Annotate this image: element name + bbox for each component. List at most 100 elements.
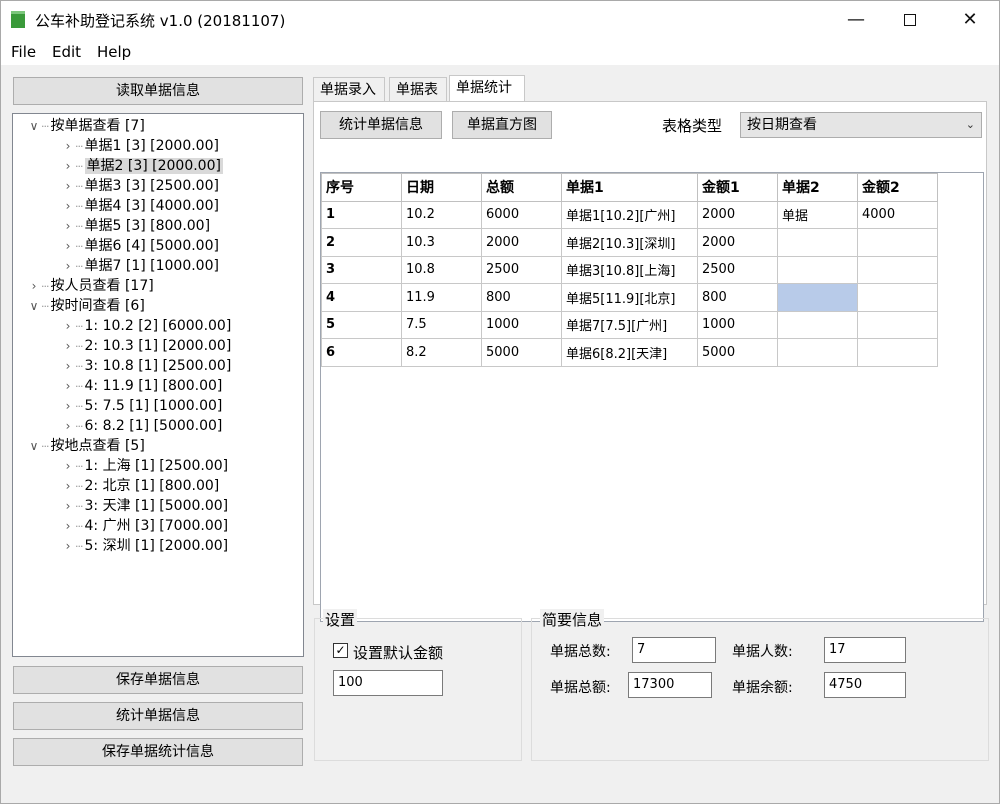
table-cell[interactable] bbox=[777, 310, 858, 339]
table-cell[interactable] bbox=[857, 283, 938, 312]
table-row[interactable]: 1 10.2 6000 单据1[10.2][广州] 2000 单据 4000 bbox=[321, 200, 938, 229]
chevron-right-icon[interactable]: › bbox=[61, 516, 75, 536]
chevron-right-icon[interactable]: › bbox=[61, 356, 75, 376]
table-cell[interactable]: 单据7[7.5][广州] bbox=[561, 310, 698, 339]
table-cell[interactable]: 10.8 bbox=[401, 255, 482, 284]
tree-item[interactable]: › ··· 3: 10.8 [1] [2500.00] bbox=[61, 356, 232, 376]
read-records-button[interactable]: 读取单据信息 bbox=[13, 77, 303, 105]
column-header[interactable]: 单据1 bbox=[561, 173, 698, 202]
table-cell[interactable]: 11.9 bbox=[401, 283, 482, 312]
minimize-button[interactable]: — bbox=[831, 1, 881, 39]
histogram-button[interactable]: 单据直方图 bbox=[452, 111, 552, 139]
table-row[interactable]: 5 7.5 1000 单据7[7.5][广州] 1000 bbox=[321, 310, 938, 339]
record-tree[interactable]: ∨ ··· 按单据查看 [7] › ··· 单据1 [3] [2000.00] › ··· 单据… bbox=[12, 113, 304, 657]
table-cell[interactable] bbox=[857, 338, 938, 367]
row-header-cell[interactable]: 5 bbox=[321, 310, 402, 339]
chevron-right-icon[interactable]: › bbox=[61, 156, 75, 176]
chevron-right-icon[interactable]: › bbox=[61, 236, 75, 256]
chevron-right-icon[interactable]: › bbox=[61, 256, 75, 276]
chevron-right-icon[interactable]: › bbox=[61, 376, 75, 396]
maximize-button[interactable] bbox=[885, 1, 935, 39]
tree-item[interactable]: › ··· 4: 11.9 [1] [800.00] bbox=[61, 376, 223, 396]
tree-item[interactable]: › ··· 1: 10.2 [2] [6000.00] bbox=[61, 316, 232, 336]
tree-item[interactable]: › ··· 单据3 [3] [2500.00] bbox=[61, 176, 219, 196]
table-cell[interactable]: 单据3[10.8][上海] bbox=[561, 255, 698, 284]
table-cell[interactable]: 2000 bbox=[697, 200, 778, 229]
tree-item[interactable]: › ··· 6: 8.2 [1] [5000.00] bbox=[61, 416, 223, 436]
table-cell[interactable]: 单据2[10.3][深圳] bbox=[561, 228, 698, 257]
tree-item[interactable]: › ··· 单据7 [1] [1000.00] bbox=[61, 256, 219, 276]
table-cell[interactable]: 5000 bbox=[697, 338, 778, 367]
chevron-down-icon[interactable]: ∨ bbox=[27, 116, 41, 136]
chevron-right-icon[interactable]: › bbox=[27, 276, 41, 296]
tree-item[interactable]: › ··· 2: 10.3 [1] [2000.00] bbox=[61, 336, 232, 356]
default-amount-checkbox[interactable]: ✓ bbox=[333, 643, 348, 658]
table-cell[interactable]: 4000 bbox=[857, 200, 938, 229]
tab-record-entry[interactable]: 单据录入 bbox=[313, 77, 385, 101]
table-cell[interactable]: 8.2 bbox=[401, 338, 482, 367]
table-cell[interactable]: 6000 bbox=[481, 200, 562, 229]
tab-record-stats[interactable]: 单据统计 bbox=[449, 75, 525, 101]
row-header-cell[interactable]: 1 bbox=[321, 200, 402, 229]
tree-item[interactable]: › ··· 单据2 [3] [2000.00] bbox=[61, 156, 223, 176]
chevron-right-icon[interactable]: › bbox=[61, 496, 75, 516]
close-button[interactable]: ✕ bbox=[945, 1, 995, 39]
save-records-button[interactable]: 保存单据信息 bbox=[13, 666, 303, 694]
chevron-right-icon[interactable]: › bbox=[61, 416, 75, 436]
column-header[interactable]: 金额1 bbox=[697, 173, 778, 202]
tree-group-node[interactable]: ∨ ··· 按时间查看 [6] bbox=[27, 296, 145, 316]
table-cell[interactable]: 2000 bbox=[481, 228, 562, 257]
table-cell[interactable]: 5000 bbox=[481, 338, 562, 367]
tree-item[interactable]: › ··· 5: 深圳 [1] [2000.00] bbox=[61, 536, 229, 556]
tree-group-node[interactable]: › ··· 按人员查看 [17] bbox=[27, 276, 154, 296]
table-cell[interactable] bbox=[777, 338, 858, 367]
table-row[interactable]: 3 10.8 2500 单据3[10.8][上海] 2500 bbox=[321, 255, 938, 284]
column-header[interactable]: 序号 bbox=[321, 173, 402, 202]
chevron-right-icon[interactable]: › bbox=[61, 196, 75, 216]
chevron-right-icon[interactable]: › bbox=[61, 176, 75, 196]
table-cell[interactable]: 2000 bbox=[697, 228, 778, 257]
row-header-cell[interactable]: 3 bbox=[321, 255, 402, 284]
table-cell[interactable]: 7.5 bbox=[401, 310, 482, 339]
table-cell[interactable] bbox=[857, 310, 938, 339]
table-cell[interactable]: 2500 bbox=[481, 255, 562, 284]
table-cell[interactable] bbox=[777, 228, 858, 257]
chevron-right-icon[interactable]: › bbox=[61, 336, 75, 356]
column-header[interactable]: 金额2 bbox=[857, 173, 938, 202]
table-cell[interactable] bbox=[777, 255, 858, 284]
tree-item[interactable]: › ··· 单据4 [3] [4000.00] bbox=[61, 196, 219, 216]
table-row[interactable]: 4 11.9 800 单据5[11.9][北京] 800 bbox=[321, 283, 938, 312]
chevron-right-icon[interactable]: › bbox=[61, 536, 75, 556]
table-cell[interactable]: 单据5[11.9][北京] bbox=[561, 283, 698, 312]
stats-grid[interactable]: 序号 日期 总额 单据1 金额1 单据2 金额2 1 10.2 6000 单据1[10.2][广州… bbox=[320, 172, 984, 622]
table-cell[interactable]: 1000 bbox=[481, 310, 562, 339]
row-header-cell[interactable]: 2 bbox=[321, 228, 402, 257]
tree-item[interactable]: › ··· 单据6 [4] [5000.00] bbox=[61, 236, 219, 256]
table-cell[interactable]: 单据1[10.2][广州] bbox=[561, 200, 698, 229]
row-header-cell[interactable]: 6 bbox=[321, 338, 402, 367]
table-row[interactable]: 2 10.3 2000 单据2[10.3][深圳] 2000 bbox=[321, 228, 938, 257]
table-cell[interactable]: 1000 bbox=[697, 310, 778, 339]
table-type-select[interactable]: 按日期查看 ⌄ bbox=[740, 112, 982, 138]
table-cell[interactable]: 10.3 bbox=[401, 228, 482, 257]
chevron-right-icon[interactable]: › bbox=[61, 216, 75, 236]
table-cell[interactable]: 800 bbox=[697, 283, 778, 312]
tree-item[interactable]: › ··· 1: 上海 [1] [2500.00] bbox=[61, 456, 229, 476]
tree-item[interactable]: › ··· 3: 天津 [1] [5000.00] bbox=[61, 496, 229, 516]
chevron-right-icon[interactable]: › bbox=[61, 316, 75, 336]
chevron-down-icon[interactable]: ∨ bbox=[27, 436, 41, 456]
chevron-down-icon[interactable]: ∨ bbox=[27, 296, 41, 316]
column-header[interactable]: 总额 bbox=[481, 173, 562, 202]
menu-file[interactable]: File bbox=[11, 43, 36, 61]
save-stats-button[interactable]: 保存单据统计信息 bbox=[13, 738, 303, 766]
table-cell[interactable] bbox=[857, 255, 938, 284]
stats-button[interactable]: 统计单据信息 bbox=[320, 111, 442, 139]
menu-help[interactable]: Help bbox=[97, 43, 131, 61]
table-cell[interactable]: 2500 bbox=[697, 255, 778, 284]
column-header[interactable]: 日期 bbox=[401, 173, 482, 202]
tree-group-node[interactable]: ∨ ··· 按单据查看 [7] bbox=[27, 116, 145, 136]
chevron-right-icon[interactable]: › bbox=[61, 456, 75, 476]
tree-item[interactable]: › ··· 4: 广州 [3] [7000.00] bbox=[61, 516, 229, 536]
table-cell[interactable]: 单据 bbox=[777, 200, 858, 229]
tab-record-table[interactable]: 单据表 bbox=[389, 77, 447, 101]
